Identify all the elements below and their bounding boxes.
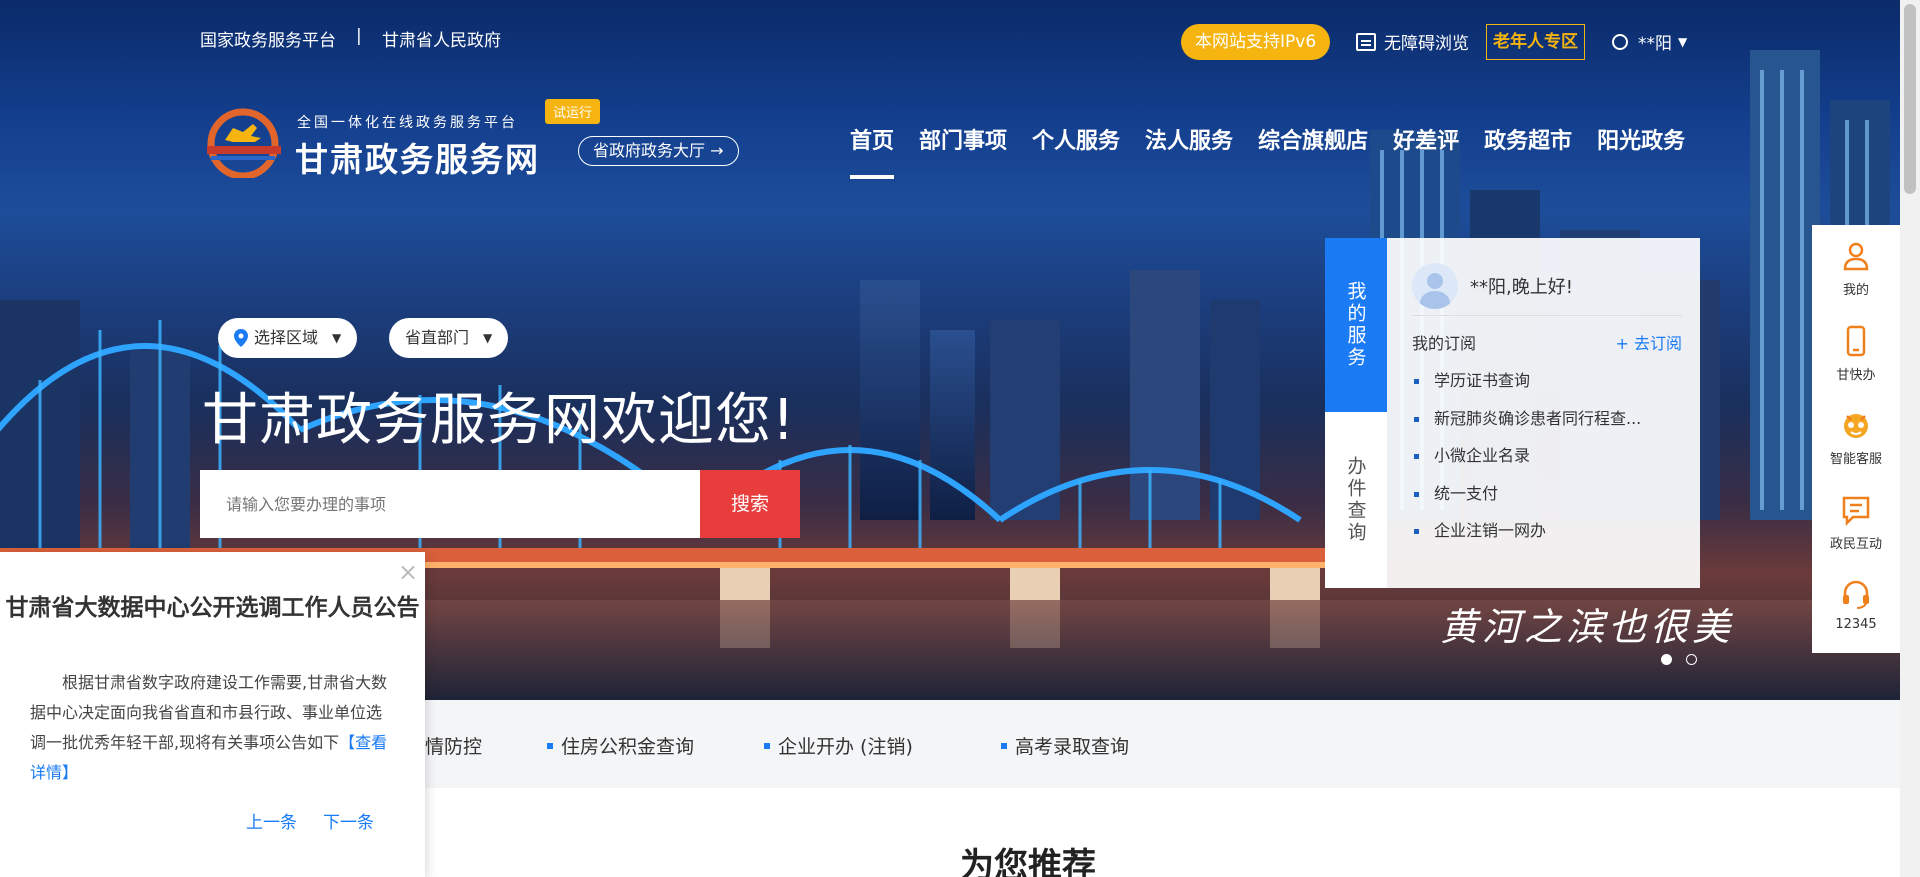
greeting-row: **阳,晚上好! (1412, 256, 1682, 316)
list-item[interactable]: 学历证书查询 (1412, 362, 1682, 400)
chat-icon (1842, 496, 1870, 527)
quick-link-label: 住房公积金查询 (561, 736, 695, 758)
logo-title[interactable]: 甘肃政务服务网 (295, 133, 540, 181)
subscriptions-label: 我的订阅 (1412, 334, 1477, 353)
user-name: **阳 (1638, 34, 1672, 54)
avatar (1412, 262, 1458, 309)
notice-prev-button[interactable]: 上一条 (246, 808, 297, 833)
user-icon (1612, 33, 1628, 50)
bullet-icon (764, 742, 770, 749)
subscription-list: 学历证书查询 新冠肺炎确诊患者同行程查... 小微企业名录 统一支付 企业注销一… (1412, 362, 1682, 550)
page-scrollbar[interactable] (1900, 0, 1920, 877)
nav-departments[interactable]: 部门事项 (919, 123, 1007, 181)
region-label: 选择区域 (254, 328, 319, 347)
notice-body: 根据甘肃省数字政府建设工作需要,甘肃省大数据中心决定面向我省省直和市县行政、事业… (30, 668, 392, 788)
provincial-gov-link[interactable]: 甘肃省人民政府 (382, 26, 501, 51)
recommend-heading: 为您推荐 (960, 846, 1096, 877)
subscriptions-header: 我的订阅 + 去订阅 (1412, 330, 1682, 354)
search-input[interactable] (200, 470, 700, 538)
quick-link-housing-fund[interactable]: 住房公积金查询 (547, 732, 694, 759)
ipv6-badge: 本网站支持IPv6 (1181, 24, 1331, 60)
nav-home[interactable]: 首页 (850, 123, 895, 181)
greeting-text: **阳,晚上好! (1470, 276, 1573, 298)
accessibility-label: 无障碍浏览 (1384, 34, 1469, 54)
national-platform-link[interactable]: 国家政务服务平台 (200, 26, 336, 51)
accessibility-icon (1356, 32, 1376, 51)
notice-popup: × 甘肃省大数据中心公开选调工作人员公告 根据甘肃省数字政府建设工作需要,甘肃省… (0, 552, 425, 877)
sidebar-item-label: 智能客服 (1829, 452, 1882, 467)
sidebar-item-mine[interactable]: 我的 (1812, 239, 1900, 298)
trial-badge: 试运行 (545, 99, 601, 124)
accessibility-link[interactable]: 无障碍浏览 (1356, 29, 1469, 54)
carousel-dots (1661, 654, 1711, 665)
right-sidebar: 我的 甘快办 智能客服 政民互动 12345 (1812, 225, 1900, 653)
notice-next-button[interactable]: 下一条 (323, 808, 374, 833)
nav-sunshine[interactable]: 阳光政务 (1597, 123, 1685, 181)
nav-flagship[interactable]: 综合旗舰店 (1258, 123, 1368, 181)
carousel-dot-active[interactable] (1661, 654, 1672, 665)
quick-link-label: 企业开办 (注销) (778, 736, 913, 758)
bullet-icon (1001, 742, 1007, 749)
mobile-icon (1846, 325, 1866, 357)
robot-icon (1844, 414, 1868, 438)
list-item[interactable]: 统一支付 (1412, 475, 1682, 513)
tab-my-services[interactable]: 我的服务 (1325, 238, 1387, 412)
search-button[interactable]: 搜索 (700, 470, 800, 538)
banner-slogan: 黄河之滨也很美 (1440, 605, 1735, 649)
list-item[interactable]: 新冠肺炎确诊患者同行程查... (1412, 400, 1682, 438)
subscribe-link[interactable]: + 去订阅 (1616, 330, 1683, 354)
sidebar-item-12345[interactable]: 12345 (1812, 577, 1900, 632)
welcome-heading: 甘肃政务服务网欢迎您! (202, 388, 796, 453)
sidebar-item-smart-service[interactable]: 智能客服 (1812, 408, 1900, 467)
region-selector[interactable]: 选择区域 ▼ (218, 318, 358, 358)
list-item[interactable]: 小微企业名录 (1412, 437, 1682, 475)
list-item[interactable]: 企业注销一网办 (1412, 512, 1682, 550)
person-icon (1843, 242, 1869, 271)
nav-supermarket[interactable]: 政务超市 (1484, 123, 1572, 181)
logo-subtitle: 全国一体化在线政务服务平台 (297, 115, 518, 131)
sidebar-item-interaction[interactable]: 政民互动 (1812, 493, 1900, 552)
sidebar-item-label: 我的 (1842, 283, 1869, 298)
notice-body-text: 根据甘肃省数字政府建设工作需要,甘肃省大数据中心决定面向我省省直和市县行政、事业… (30, 673, 388, 752)
location-pin-icon (234, 329, 248, 347)
chevron-down-icon: ▼ (483, 331, 493, 345)
nav-legal-person[interactable]: 法人服务 (1145, 123, 1233, 181)
user-menu[interactable]: **阳 ▼ (1612, 29, 1687, 54)
department-selector[interactable]: 省直部门 ▼ (389, 318, 509, 358)
sidebar-item-label: 12345 (1835, 617, 1877, 632)
headset-icon (1843, 580, 1869, 609)
elder-zone-button[interactable]: 老年人专区 (1486, 24, 1585, 60)
nav-personal[interactable]: 个人服务 (1032, 123, 1120, 181)
notice-title: 甘肃省大数据中心公开选调工作人员公告 (5, 595, 420, 621)
carousel-dot[interactable] (1686, 654, 1697, 665)
quick-link-enterprise[interactable]: 企业开办 (注销) (764, 732, 913, 759)
quick-link-epidemic[interactable]: 情防控 (425, 732, 482, 759)
sidebar-item-label: 甘快办 (1836, 368, 1876, 383)
my-service-panel: 我的服务 办件查询 **阳,晚上好! 我的订阅 + 去订阅 学历证书查询 新冠肺… (1325, 238, 1700, 588)
sidebar-item-label: 政民互动 (1829, 537, 1882, 552)
tab-case-query[interactable]: 办件查询 (1325, 412, 1387, 588)
site-logo-emblem[interactable] (203, 106, 287, 178)
nav-evaluation[interactable]: 好差评 (1393, 123, 1459, 181)
quick-link-label: 高考录取查询 (1015, 736, 1130, 758)
sidebar-item-gankuaiban[interactable]: 甘快办 (1812, 324, 1900, 383)
department-label: 省直部门 (405, 328, 470, 347)
main-nav: 首页 部门事项 个人服务 法人服务 综合旗舰店 好差评 政务超市 阳光政务 (850, 123, 1710, 181)
bullet-icon (547, 742, 553, 749)
top-separator: | (356, 26, 362, 46)
chevron-down-icon: ▼ (332, 331, 342, 345)
panel-body: **阳,晚上好! 我的订阅 + 去订阅 学历证书查询 新冠肺炎确诊患者同行程查.… (1387, 238, 1700, 588)
gov-hall-button[interactable]: 省政府政务大厅 → (578, 136, 739, 166)
scrollbar-thumb[interactable] (1904, 4, 1916, 194)
chevron-down-icon: ▼ (1678, 34, 1688, 49)
close-icon[interactable]: × (398, 560, 418, 584)
quick-link-gaokao[interactable]: 高考录取查询 (1001, 732, 1129, 759)
